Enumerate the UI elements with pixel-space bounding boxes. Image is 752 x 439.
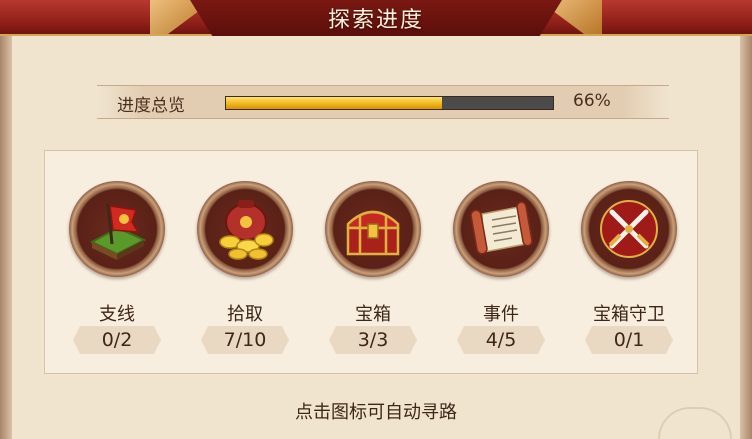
gold-bag-icon[interactable] (197, 181, 293, 277)
overview-label: 进度总览 (117, 96, 185, 116)
category-label: 拾取 (227, 304, 263, 325)
category-branch-quest[interactable]: 支线 0/2 (61, 151, 173, 373)
overview-progress-fill (226, 97, 442, 109)
category-count: 7/10 (201, 326, 289, 354)
category-count: 4/5 (457, 326, 545, 354)
category-label: 支线 (99, 304, 135, 325)
category-label: 宝箱守卫 (593, 304, 665, 325)
category-list: 支线 0/2 拾取 7/10 宝箱 3/3 事件 4/5 宝箱守卫 0/1 (44, 150, 698, 374)
progress-overview: 进度总览 66% (97, 85, 669, 119)
overview-progress-bar (225, 96, 554, 110)
category-label: 事件 (483, 304, 519, 325)
panel-title: 探索进度 (327, 8, 424, 33)
category-label: 宝箱 (355, 304, 391, 325)
category-count: 0/1 (585, 326, 673, 354)
category-chest-guardian[interactable]: 宝箱守卫 0/1 (573, 151, 685, 373)
crossed-swords-icon[interactable] (581, 181, 677, 277)
overview-percent: 66% (573, 91, 611, 111)
treasure-chest-icon[interactable] (325, 181, 421, 277)
auto-path-hint: 点击图标可自动寻路 (295, 402, 457, 423)
category-treasure-chest[interactable]: 宝箱 3/3 (317, 151, 429, 373)
panel-right-border (740, 30, 752, 439)
scroll-icon[interactable] (453, 181, 549, 277)
panel-left-border (0, 30, 12, 439)
flag-map-icon[interactable] (69, 181, 165, 277)
category-pickup[interactable]: 拾取 7/10 (189, 151, 301, 373)
category-count: 3/3 (329, 326, 417, 354)
category-count: 0/2 (73, 326, 161, 354)
category-event[interactable]: 事件 4/5 (445, 151, 557, 373)
panel-header: 探索进度 (0, 0, 752, 36)
exploration-progress-panel: 探索进度 进度总览 66% 支线 0/2 拾取 7/10 宝箱 3/3 事件 4… (0, 0, 752, 439)
